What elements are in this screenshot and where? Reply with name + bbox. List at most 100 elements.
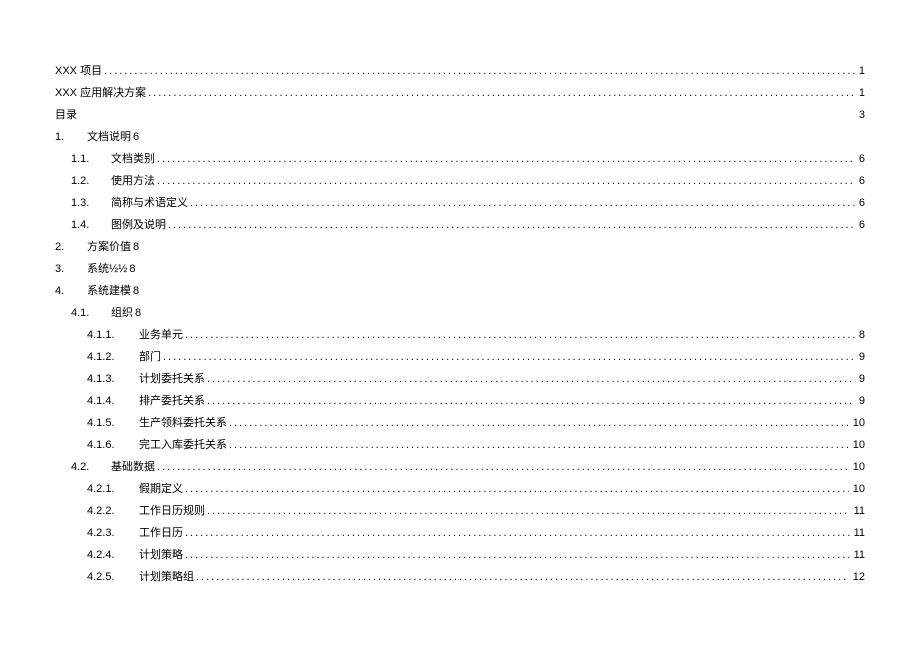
toc-page-number: 6: [855, 214, 865, 236]
toc-entry: 4.1.组织8: [55, 302, 865, 324]
toc-number: 1.2.: [71, 170, 111, 192]
toc-title: XXX 项目: [55, 60, 104, 82]
toc-page-number: 6: [855, 148, 865, 170]
toc-title: 部门: [139, 346, 163, 368]
toc-title: 简称与术语定义: [111, 192, 190, 214]
toc-page-number: 10: [849, 478, 865, 500]
toc-leader: [157, 456, 849, 478]
toc-page-number: 1: [855, 60, 865, 82]
toc-number: 2.: [55, 236, 87, 258]
toc-title: 生产领料委托关系: [139, 412, 229, 434]
toc-page-number: 10: [849, 456, 865, 478]
toc-title: 系统建模: [87, 280, 133, 302]
toc-entry: 4.2.1.假期定义 10: [55, 478, 865, 500]
toc-title: 假期定义: [139, 478, 185, 500]
toc-page-number: 11: [850, 522, 865, 544]
toc-title: 完工入库委托关系: [139, 434, 229, 456]
toc-entry: 4.1.3.计划委托关系 9: [55, 368, 865, 390]
toc-leader: [157, 148, 855, 170]
toc-leader: [207, 368, 855, 390]
toc-title: 系统½½: [87, 258, 129, 280]
toc-page-number: 10: [849, 434, 865, 456]
toc-leader: [185, 522, 850, 544]
toc-entry: 4.2.5.计划策略组12: [55, 566, 865, 588]
toc-title: 工作日历规则: [139, 500, 207, 522]
toc-number: 4.2.3.: [87, 522, 139, 544]
toc-leader: [190, 192, 855, 214]
toc-number: 3.: [55, 258, 87, 280]
toc-title: 计划委托关系: [139, 368, 207, 390]
toc-leader: [229, 412, 849, 434]
toc-entry: 4.1.1.业务单元8: [55, 324, 865, 346]
toc-title: 图例及说明: [111, 214, 168, 236]
toc-page-number: 6: [855, 192, 865, 214]
toc-entry: XXX 项目 1: [55, 60, 865, 82]
toc-number: 4.1.6.: [87, 434, 139, 456]
toc-number: 4.1.3.: [87, 368, 139, 390]
toc-page-number: 8: [133, 280, 139, 302]
toc-title: 基础数据: [111, 456, 157, 478]
toc-entry: 4.2.2.工作日历规则 11: [55, 500, 865, 522]
toc-number: 4.1.5.: [87, 412, 139, 434]
toc-page-number: 11: [850, 500, 865, 522]
toc-page-number: 6: [855, 170, 865, 192]
toc-number: 4.1.4.: [87, 390, 139, 412]
toc-page-number: 8: [855, 324, 865, 346]
toc-title: 排产委托关系: [139, 390, 207, 412]
toc-number: 4.1.2.: [87, 346, 139, 368]
table-of-contents: XXX 项目1XXX 应用解决方案1目录31.文档说明61.1.文档类别61.2…: [55, 60, 865, 588]
toc-number: 1.: [55, 126, 87, 148]
toc-page-number: 11: [850, 544, 865, 566]
toc-leader: [157, 170, 855, 192]
toc-entry: 1.4.图例及说明6: [55, 214, 865, 236]
toc-page-number: 9: [855, 346, 865, 368]
toc-page-number: 8: [129, 258, 135, 280]
toc-title: 文档类别: [111, 148, 157, 170]
toc-leader: [168, 214, 855, 236]
toc-number: 1.1.: [71, 148, 111, 170]
toc-number: 4.2.4.: [87, 544, 139, 566]
toc-number: 4.2.2.: [87, 500, 139, 522]
toc-entry: 3.系统½½8: [55, 258, 865, 280]
toc-page-number: 6: [133, 126, 139, 148]
toc-leader: [185, 544, 850, 566]
toc-entry: 4.2.基础数据 10: [55, 456, 865, 478]
toc-leader: [207, 500, 850, 522]
toc-number: 4.2.1.: [87, 478, 139, 500]
toc-entry: 目录 3: [55, 104, 865, 126]
toc-leader: [229, 434, 849, 456]
toc-page-number: 9: [855, 390, 865, 412]
toc-page-number: 3: [855, 104, 865, 126]
toc-leader: [207, 390, 855, 412]
toc-title: 业务单元: [139, 324, 185, 346]
toc-entry: 1.3.简称与术语定义 6: [55, 192, 865, 214]
toc-entry: XXX 应用解决方案1: [55, 82, 865, 104]
toc-page-number: 1: [855, 82, 865, 104]
toc-page-number: 12: [849, 566, 865, 588]
toc-leader: [163, 346, 855, 368]
toc-leader: [196, 566, 849, 588]
toc-page-number: 10: [849, 412, 865, 434]
toc-title: 使用方法: [111, 170, 157, 192]
toc-page-number: 9: [855, 368, 865, 390]
toc-entry: 2.方案价值8: [55, 236, 865, 258]
toc-page-number: 8: [133, 236, 139, 258]
toc-number: 1.3.: [71, 192, 111, 214]
toc-leader: [185, 478, 849, 500]
toc-entry: 4.1.6.完工入库委托关系 10: [55, 434, 865, 456]
toc-entry: 1.2.使用方法 6: [55, 170, 865, 192]
toc-leader: [185, 324, 855, 346]
toc-number: 4.2.: [71, 456, 111, 478]
toc-entry: 4.1.4.排产委托关系 9: [55, 390, 865, 412]
toc-entry: 4.2.3.工作日历11: [55, 522, 865, 544]
toc-entry: 1.1.文档类别 6: [55, 148, 865, 170]
toc-title: 组织: [111, 302, 135, 324]
toc-title: 目录: [55, 104, 79, 126]
toc-leader: [148, 82, 855, 104]
toc-leader: [104, 60, 855, 82]
toc-title: 计划策略: [139, 544, 185, 566]
toc-number: 4.2.5.: [87, 566, 139, 588]
toc-number: 4.: [55, 280, 87, 302]
toc-entry: 4.2.4.计划策略 11: [55, 544, 865, 566]
toc-entry: 4.1.5.生产领料委托关系 10: [55, 412, 865, 434]
